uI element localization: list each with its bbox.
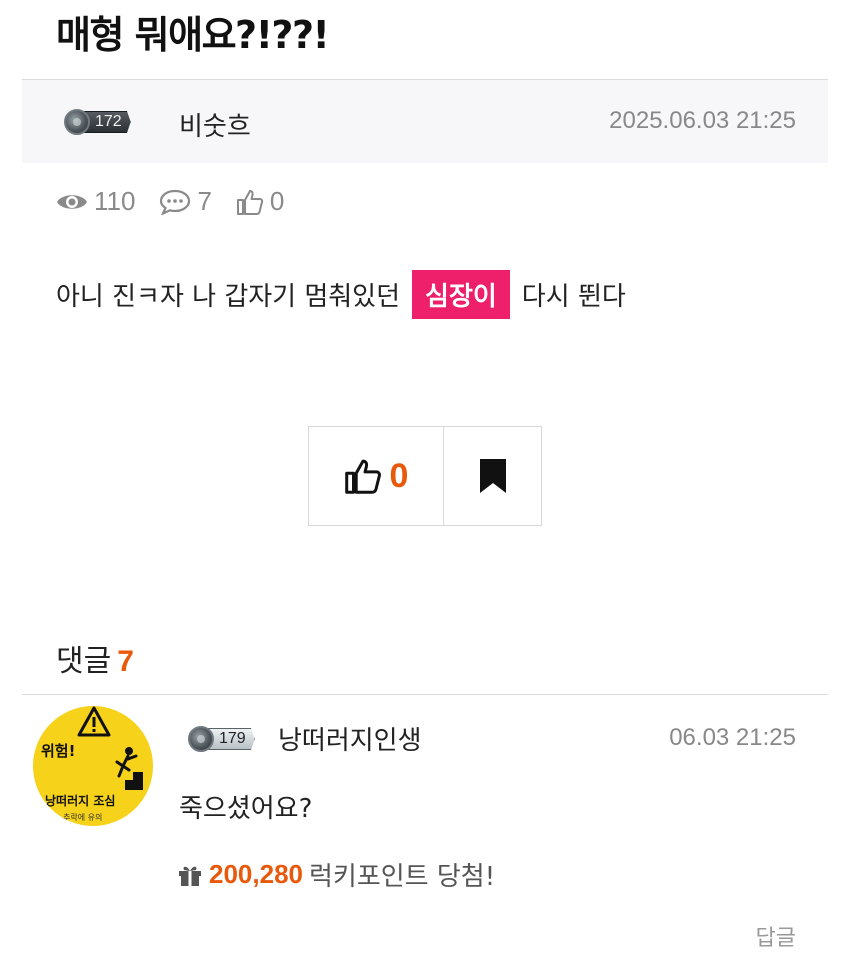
avatar-caption: 낭떠러지 조심 [45, 794, 116, 808]
comment-count-value: 7 [197, 186, 212, 216]
view-count: 110 [56, 186, 135, 217]
gift-icon [179, 866, 201, 886]
comments-count: 7 [117, 645, 134, 678]
post-body-highlight: 심장이 [412, 270, 510, 319]
like-button-count: 0 [389, 456, 409, 495]
lucky-points-value: 200,280 [209, 859, 303, 889]
comment-level-number: 179 [208, 728, 255, 750]
falling-person-icon [115, 747, 143, 790]
reply-button[interactable]: 답글 [756, 920, 796, 952]
warning-icon [77, 706, 111, 737]
post-stats: 110 7 0 [56, 186, 308, 217]
like-button[interactable]: 0 [309, 427, 444, 525]
thumbs-up-icon [344, 459, 381, 494]
bookmark-button[interactable] [444, 427, 541, 525]
comment-author[interactable]: 낭떠러지인생 [278, 720, 422, 757]
avatar-subcaption: 추락에 유의 [63, 813, 103, 822]
post-body-text-before: 아니 진ㅋ자 나 갑자기 멈춰있던 [56, 282, 401, 312]
post-body: 아니 진ㅋ자 나 갑자기 멈춰있던 심장이 다시 뛴다 [56, 270, 626, 319]
avatar[interactable]: 위험! 낭떠러지 조심 추락에 유의 [33, 706, 153, 826]
comment-date: 06.03 21:25 [669, 724, 796, 751]
level-number: 172 [84, 111, 131, 133]
like-stat: 0 [236, 186, 284, 217]
comments-header: 댓글 7 [56, 636, 134, 680]
post-body-text-after: 다시 뛴다 [521, 282, 626, 312]
bookmark-icon [479, 459, 506, 493]
view-count-value: 110 [94, 186, 136, 216]
speech-bubble-icon [160, 189, 191, 215]
lucky-points-label: 럭키포인트 당첨! [308, 862, 496, 892]
thumbs-up-icon [236, 189, 264, 215]
comment-level-badge: 179 [188, 726, 255, 752]
post-author-bar: 172 비숫흐 2025.06.03 21:25 [22, 79, 828, 163]
level-badge: 172 [64, 109, 131, 135]
comments-label: 댓글 [56, 644, 112, 679]
author-name[interactable]: 비숫흐 [179, 106, 251, 143]
comment-text: 죽으셨어요? [179, 794, 313, 824]
avatar-warning-text: 위험! [41, 742, 76, 760]
like-stat-value: 0 [269, 186, 285, 216]
post-date: 2025.06.03 21:25 [609, 107, 796, 134]
eye-icon [57, 194, 87, 209]
level-gem-icon [64, 109, 90, 135]
lucky-points: 200,280 럭키포인트 당첨! [177, 856, 495, 893]
comments-divider [22, 694, 828, 695]
comment-count: 7 [159, 186, 212, 217]
post-actions: 0 [308, 426, 542, 526]
post-title: 매형 뭐애요?!??! [56, 13, 330, 57]
level-gem-icon [188, 726, 214, 752]
